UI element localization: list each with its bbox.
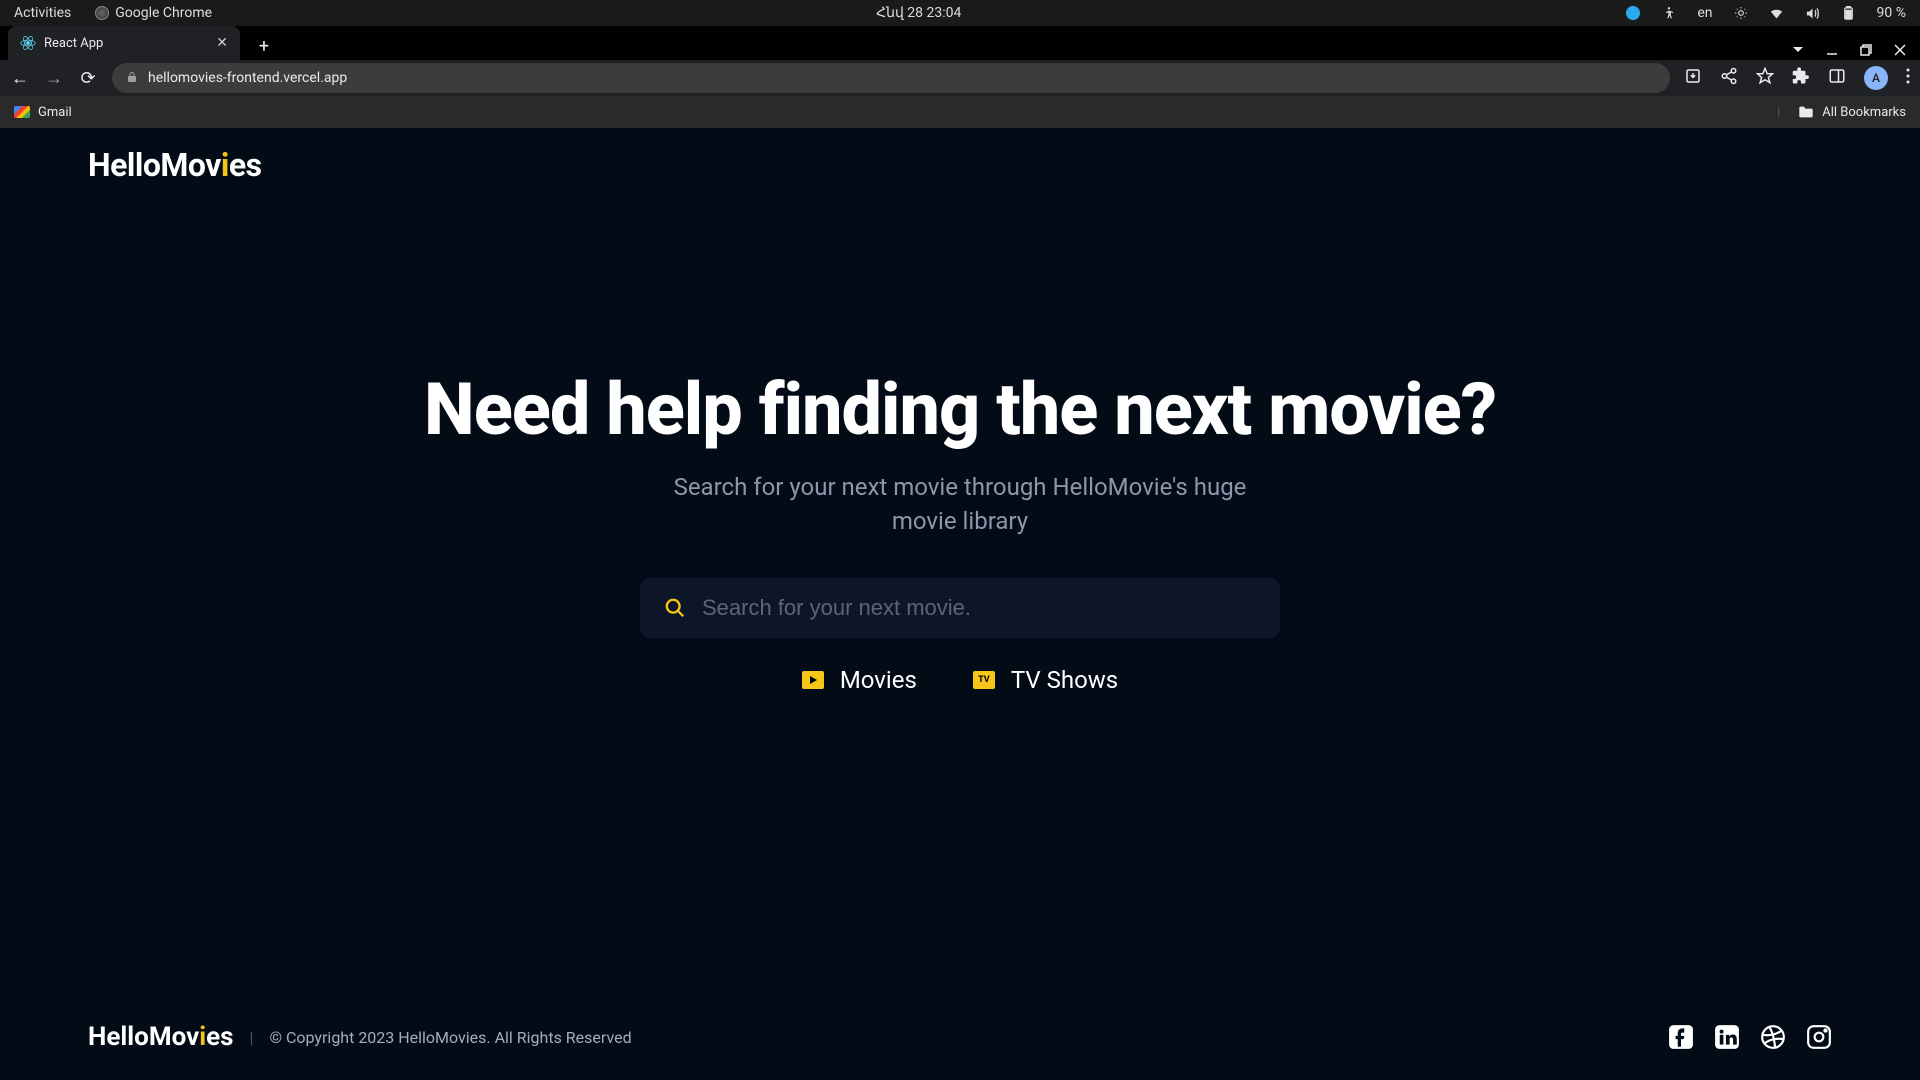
react-icon: [20, 35, 36, 51]
logo-prefix: HelloMov: [88, 146, 221, 184]
category-label: Movies: [840, 666, 917, 694]
category-label: TV Shows: [1011, 666, 1118, 694]
active-app-name: Google Chrome: [115, 5, 212, 21]
lock-icon: [126, 71, 138, 86]
app-header: HelloMovies: [0, 128, 1920, 184]
gnome-top-bar: Activities Google Chrome Հնվ 28 23:04 en…: [0, 0, 1920, 26]
clock[interactable]: Հնվ 28 23:04: [212, 5, 1625, 21]
movies-icon: [802, 671, 824, 689]
wifi-icon[interactable]: [1769, 5, 1785, 21]
search-icon: [664, 597, 686, 619]
volume-icon[interactable]: [1805, 5, 1821, 21]
footer-logo[interactable]: HelloMovies: [88, 1022, 234, 1052]
forward-button[interactable]: →: [44, 68, 64, 89]
install-app-icon[interactable]: [1684, 67, 1702, 89]
logo-prefix: HelloMov: [88, 1022, 199, 1052]
folder-icon: [1798, 105, 1814, 119]
chrome-icon: [95, 6, 109, 20]
bookmark-star-icon[interactable]: [1756, 67, 1774, 89]
search-box[interactable]: [640, 578, 1280, 638]
hero-section: Need help finding the next movie? Search…: [0, 184, 1920, 1002]
keyboard-layout[interactable]: en: [1697, 5, 1712, 21]
app-viewport: HelloMovies Need help finding the next m…: [0, 128, 1920, 1080]
browser-toolbar: ← → ⟳ hellomovies-frontend.vercel.app A: [0, 60, 1920, 96]
brightness-icon[interactable]: [1733, 5, 1749, 21]
profile-avatar[interactable]: A: [1864, 66, 1888, 90]
tab-strip: React App ✕ +: [0, 26, 1920, 60]
hero-title: Need help finding the next movie?: [424, 372, 1496, 448]
bookmark-gmail[interactable]: Gmail: [14, 105, 72, 120]
hero-subtitle: Search for your next movie through Hello…: [640, 471, 1280, 538]
instagram-icon[interactable]: [1806, 1024, 1832, 1050]
logo[interactable]: HelloMovies: [88, 146, 1832, 184]
extensions-icon[interactable]: [1792, 67, 1810, 89]
tv-icon: TV: [973, 671, 995, 689]
gmail-icon: [14, 106, 30, 118]
minimize-window-button[interactable]: [1826, 41, 1838, 60]
tab-title: React App: [44, 36, 103, 51]
app-footer: HelloMovies | © Copyright 2023 HelloMovi…: [0, 1002, 1920, 1080]
battery-percent: 90 %: [1877, 5, 1906, 21]
logo-suffix: es: [206, 1022, 233, 1052]
category-tv-shows[interactable]: TV TV Shows: [973, 666, 1118, 694]
footer-divider: |: [250, 1028, 254, 1047]
reload-button[interactable]: ⟳: [78, 68, 98, 89]
browser-tab[interactable]: React App ✕: [8, 26, 240, 60]
copyright-text: © Copyright 2023 HelloMovies. All Rights…: [269, 1028, 631, 1047]
search-input[interactable]: [702, 595, 1256, 621]
category-movies[interactable]: Movies: [802, 666, 917, 694]
share-icon[interactable]: [1720, 67, 1738, 89]
telegram-tray-icon[interactable]: [1625, 5, 1641, 21]
bookmarks-bar: Gmail All Bookmarks: [0, 96, 1920, 128]
side-panel-icon[interactable]: [1828, 67, 1846, 89]
maximize-window-button[interactable]: [1860, 41, 1872, 60]
back-button[interactable]: ←: [10, 68, 30, 89]
address-bar[interactable]: hellomovies-frontend.vercel.app: [112, 63, 1670, 93]
category-row: Movies TV TV Shows: [802, 666, 1118, 694]
logo-dot: i: [221, 146, 229, 184]
accessibility-icon[interactable]: [1661, 5, 1677, 21]
battery-icon[interactable]: [1841, 5, 1857, 21]
url-text: hellomovies-frontend.vercel.app: [148, 70, 347, 86]
all-bookmarks-label: All Bookmarks: [1822, 105, 1906, 120]
activities-button[interactable]: Activities: [14, 5, 71, 21]
bookmark-label: Gmail: [38, 105, 72, 120]
all-bookmarks-button[interactable]: All Bookmarks: [1777, 105, 1906, 120]
tab-search-button[interactable]: [1792, 41, 1804, 60]
chrome-menu-icon[interactable]: [1906, 68, 1910, 88]
facebook-icon[interactable]: [1668, 1024, 1694, 1050]
active-app-indicator[interactable]: Google Chrome: [95, 5, 212, 21]
new-tab-button[interactable]: +: [250, 32, 278, 60]
dribbble-icon[interactable]: [1760, 1024, 1786, 1050]
close-tab-button[interactable]: ✕: [216, 35, 228, 51]
logo-suffix: es: [229, 146, 262, 184]
linkedin-icon[interactable]: [1714, 1024, 1740, 1050]
close-window-button[interactable]: [1894, 41, 1906, 60]
